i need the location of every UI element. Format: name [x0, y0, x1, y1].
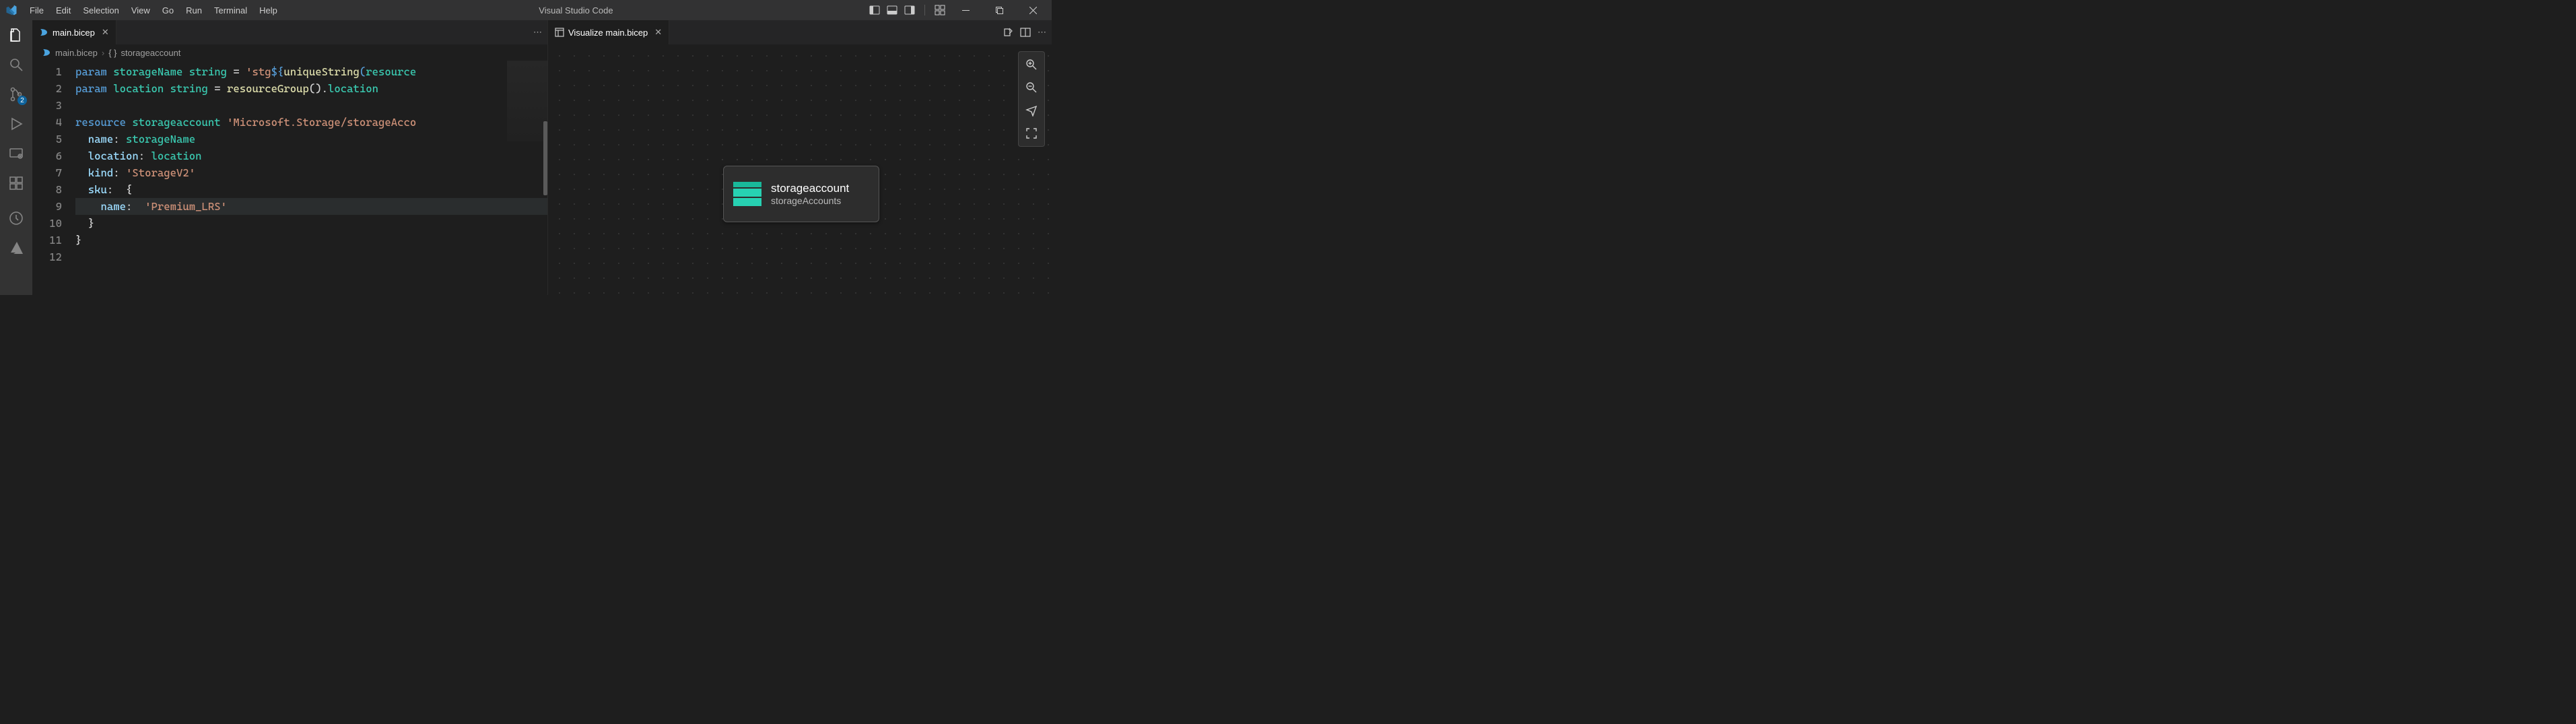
menu-file[interactable]: File [24, 3, 49, 18]
resource-node-storageaccount[interactable]: storageaccount storageAccounts [723, 166, 879, 222]
menu-bar: File Edit Selection View Go Run Terminal… [24, 3, 283, 18]
more-icon[interactable]: ⋯ [1038, 27, 1046, 38]
scm-badge: 2 [18, 96, 27, 105]
tab-main-bicep[interactable]: main.bicep ✕ [32, 20, 116, 44]
preview-icon [555, 28, 564, 37]
source-control-icon[interactable]: 2 [7, 85, 26, 104]
search-icon[interactable] [7, 55, 26, 74]
node-title: storageaccount [771, 182, 849, 195]
bicep-file-icon [39, 28, 48, 37]
editor-tab-bar: main.bicep ✕ ⋯ [32, 20, 547, 44]
layout-left-icon[interactable] [869, 5, 880, 15]
explorer-icon[interactable] [7, 26, 26, 44]
live-share-icon[interactable] [7, 209, 26, 228]
tab-visualize[interactable]: Visualize main.bicep ✕ [548, 20, 669, 44]
tab-label: Visualize main.bicep [568, 28, 648, 38]
layout-bottom-icon[interactable] [887, 5, 897, 15]
zoom-in-icon[interactable] [1023, 56, 1040, 73]
window-title: Visual Studio Code [283, 5, 869, 15]
visualizer-controls [1018, 51, 1045, 147]
breadcrumb-file[interactable]: main.bicep [55, 48, 98, 58]
vscode-logo-icon [5, 4, 18, 16]
editor-pane: main.bicep ✕ ⋯ main.bicep › { } storagea… [32, 20, 548, 295]
visualizer-canvas[interactable]: storageaccount storageAccounts [548, 44, 1052, 295]
tab-label: main.bicep [53, 28, 95, 38]
code-content[interactable]: param storageName string = 'stg${uniqueS… [71, 61, 547, 295]
minimize-button[interactable] [952, 0, 979, 20]
breadcrumb[interactable]: main.bicep › { } storageaccount [32, 44, 547, 61]
storage-account-icon [733, 182, 761, 206]
close-button[interactable] [1019, 0, 1046, 20]
customize-layout-icon[interactable] [935, 5, 945, 15]
divider [924, 5, 925, 15]
title-bar: File Edit Selection View Go Run Terminal… [0, 0, 1052, 20]
breadcrumb-symbol[interactable]: storageaccount [121, 48, 181, 58]
close-icon[interactable]: ✕ [102, 27, 109, 38]
more-icon[interactable]: ⋯ [533, 27, 542, 38]
menu-run[interactable]: Run [180, 3, 207, 18]
close-icon[interactable]: ✕ [654, 27, 662, 38]
menu-view[interactable]: View [126, 3, 156, 18]
run-debug-icon[interactable] [7, 114, 26, 133]
remote-icon[interactable] [7, 144, 26, 163]
menu-edit[interactable]: Edit [50, 3, 76, 18]
chevron-right-icon: › [102, 48, 104, 58]
azure-icon[interactable] [7, 238, 26, 257]
visualizer-pane: Visualize main.bicep ✕ ⋯ [548, 20, 1052, 295]
layout-right-icon[interactable] [904, 5, 915, 15]
menu-terminal[interactable]: Terminal [209, 3, 252, 18]
scrollbar[interactable] [543, 121, 547, 195]
node-subtitle: storageAccounts [771, 195, 849, 206]
menu-go[interactable]: Go [157, 3, 179, 18]
activity-bar: 2 [0, 20, 32, 295]
menu-selection[interactable]: Selection [77, 3, 124, 18]
split-editor-icon[interactable] [1020, 27, 1031, 38]
maximize-button[interactable] [986, 0, 1013, 20]
fullscreen-icon[interactable] [1023, 125, 1040, 142]
extensions-icon[interactable] [7, 174, 26, 193]
zoom-out-icon[interactable] [1023, 79, 1040, 96]
code-editor[interactable]: 123456789101112 param storageName string… [32, 61, 547, 295]
minimap[interactable] [507, 61, 547, 141]
visualizer-tab-bar: Visualize main.bicep ✕ ⋯ [548, 20, 1052, 44]
symbol-icon: { } [108, 48, 116, 58]
open-file-icon[interactable] [1003, 27, 1013, 38]
line-gutter: 123456789101112 [32, 61, 71, 295]
bicep-file-icon [42, 48, 51, 57]
menu-help[interactable]: Help [254, 3, 283, 18]
fit-icon[interactable] [1023, 102, 1040, 119]
title-controls [869, 0, 1046, 20]
